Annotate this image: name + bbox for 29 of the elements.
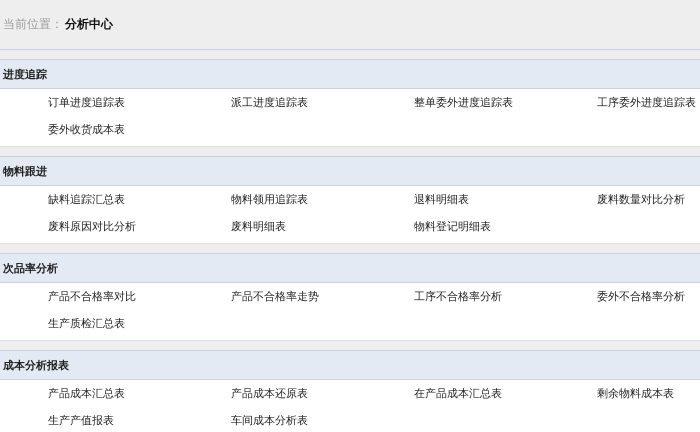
- report-link[interactable]: 工序委外进度追踪表: [597, 90, 696, 117]
- report-link[interactable]: 整单委外进度追踪表: [414, 90, 513, 117]
- section-title: 进度追踪: [3, 68, 47, 82]
- report-link[interactable]: 产品不合格率对比: [48, 284, 136, 311]
- section-title: 物料跟进: [3, 164, 47, 178]
- report-link[interactable]: 工序不合格率分析: [414, 284, 502, 311]
- report-link[interactable]: 缺料追踪汇总表: [48, 187, 125, 214]
- section-title: 次品率分析: [3, 262, 58, 276]
- report-link[interactable]: 委外不合格率分析: [597, 284, 685, 311]
- report-link[interactable]: 物料领用追踪表: [231, 187, 308, 214]
- report-link[interactable]: 废料明细表: [231, 214, 286, 241]
- report-link[interactable]: 订单进度追踪表: [48, 90, 125, 117]
- breadcrumb-current: 分析中心: [65, 16, 113, 33]
- report-link[interactable]: 生产质检汇总表: [48, 311, 125, 338]
- report-link[interactable]: 产品成本汇总表: [48, 381, 125, 408]
- report-link[interactable]: 派工进度追踪表: [231, 90, 308, 117]
- report-link[interactable]: 废料数量对比分析: [597, 187, 685, 214]
- report-link[interactable]: 退料明细表: [414, 187, 469, 214]
- section-title: 成本分析报表: [3, 358, 69, 372]
- report-link[interactable]: 在产品成本汇总表: [414, 381, 502, 408]
- report-link[interactable]: 产品成本还原表: [231, 381, 308, 408]
- report-link[interactable]: 产品不合格率走势: [231, 284, 319, 311]
- report-link[interactable]: 生产产值报表: [48, 408, 114, 432]
- breadcrumb-label: 当前位置：: [3, 16, 63, 33]
- report-link[interactable]: 废料原因对比分析: [48, 214, 136, 241]
- report-link[interactable]: 车间成本分析表: [231, 408, 308, 432]
- report-link[interactable]: 物料登记明细表: [414, 214, 491, 241]
- report-link[interactable]: 委外收货成本表: [48, 117, 125, 144]
- report-link[interactable]: 剩余物料成本表: [597, 381, 674, 408]
